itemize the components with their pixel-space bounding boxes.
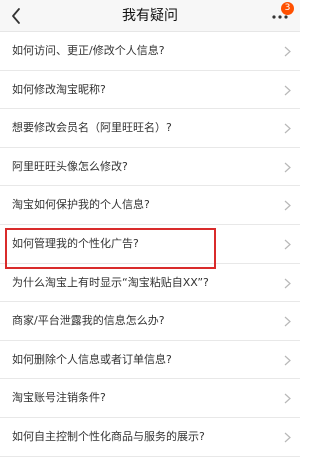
question-item-personalized-display[interactable]: 如何自主控制个性化商品与服务的展示? <box>0 417 300 457</box>
question-item-avatar[interactable]: 阿里旺旺头像怎么修改? <box>0 147 300 187</box>
question-item-access-modify-info[interactable]: 如何访问、更正/修改个人信息? <box>0 32 300 71</box>
question-label: 如何访问、更正/修改个人信息? <box>12 44 165 57</box>
chevron-right-icon <box>284 123 291 134</box>
navigation-bar: 我有疑问 3 <box>0 0 300 32</box>
question-label: 阿里旺旺头像怎么修改? <box>12 159 128 173</box>
question-label: 如何自主控制个性化商品与服务的展示? <box>12 429 205 443</box>
question-label: 想要修改会员名（阿里旺旺名）? <box>12 121 172 135</box>
question-label: 淘宝账号注销条件? <box>12 391 106 405</box>
chevron-right-icon <box>284 239 291 250</box>
chevron-right-icon <box>284 278 291 289</box>
question-item-delete-info[interactable]: 如何删除个人信息或者订单信息? <box>0 340 300 380</box>
question-item-nickname[interactable]: 如何修改淘宝昵称? <box>0 70 300 110</box>
question-label: 如何删除个人信息或者订单信息? <box>12 352 172 366</box>
question-item-info-leak[interactable]: 商家/平台泄露我的信息怎么办? <box>0 302 300 341</box>
more-dots-icon <box>272 15 288 19</box>
page-title: 我有疑问 <box>122 8 178 24</box>
question-label: 商家/平台泄露我的信息怎么办? <box>12 314 165 328</box>
notification-badge: 3 <box>281 2 294 15</box>
question-label: 为什么淘宝上有时显示“淘宝粘贴自XX”? <box>12 275 209 289</box>
question-item-protect-info[interactable]: 淘宝如何保护我的个人信息? <box>0 186 300 225</box>
question-item-personalized-ads[interactable]: 如何管理我的个性化广告? <box>0 224 300 264</box>
chevron-right-icon <box>284 200 291 211</box>
question-list: 如何访问、更正/修改个人信息? 如何修改淘宝昵称? 想要修改会员名（阿里旺旺名）… <box>0 32 300 457</box>
chevron-right-icon <box>284 46 291 57</box>
chevron-right-icon <box>284 316 291 327</box>
question-label: 如何修改淘宝昵称? <box>12 82 106 96</box>
question-label: 如何管理我的个性化广告? <box>12 236 139 250</box>
chevron-right-icon <box>284 85 291 96</box>
question-label: 淘宝如何保护我的个人信息? <box>12 198 150 212</box>
chevron-right-icon <box>284 432 291 443</box>
question-item-account-cancel[interactable]: 淘宝账号注销条件? <box>0 379 300 418</box>
chevron-right-icon <box>284 393 291 404</box>
chevron-right-icon <box>284 162 291 173</box>
question-item-paste-from[interactable]: 为什么淘宝上有时显示“淘宝粘贴自XX”? <box>0 263 300 303</box>
chevron-right-icon <box>284 355 291 366</box>
more-button[interactable]: 3 <box>270 2 294 27</box>
question-item-member-name[interactable]: 想要修改会员名（阿里旺旺名）? <box>0 109 300 148</box>
